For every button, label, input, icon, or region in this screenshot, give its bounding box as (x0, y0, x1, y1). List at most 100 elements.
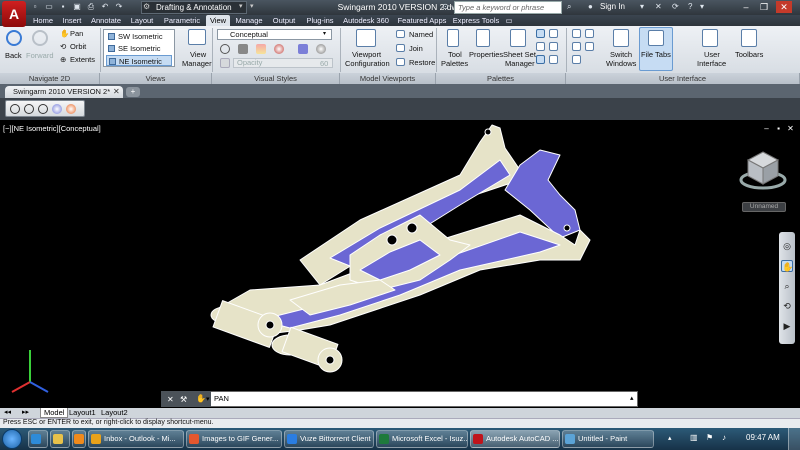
command-line[interactable] (161, 391, 638, 407)
tab-express-tools[interactable]: Express Tools (452, 15, 500, 26)
viewport-configuration-label-2[interactable]: Configuration (345, 59, 390, 68)
shadow-icon[interactable] (238, 44, 248, 54)
taskbar-item-autocad[interactable]: Autodesk AutoCAD ... (470, 430, 560, 448)
orbit-icon[interactable]: ⟲ (781, 300, 793, 312)
tab-output[interactable]: Output (268, 15, 300, 26)
saveas-icon[interactable]: ▣ (72, 2, 82, 12)
join-button[interactable]: Join (409, 44, 423, 53)
network-icon[interactable]: ▥ (690, 433, 698, 442)
taskbar-pin-media[interactable] (72, 430, 86, 448)
realistic-icon[interactable] (52, 104, 62, 114)
viewport-minimize-icon[interactable]: ‒ (762, 124, 771, 133)
wrench-icon[interactable]: ⚒ (180, 395, 187, 404)
recent-commands-icon[interactable]: ▾ (206, 395, 210, 403)
markup-icon[interactable] (536, 42, 545, 51)
sheet-set-manager-icon[interactable] (510, 29, 526, 47)
design-center-icon[interactable] (549, 29, 558, 38)
workspace-selector[interactable]: Drafting & Annotation (141, 1, 247, 14)
minimize-icon[interactable]: ‒ (738, 1, 754, 13)
tool-palettes-icon[interactable] (447, 29, 459, 47)
viewport-label[interactable]: [−][NE Isometric][Conceptual] (3, 124, 101, 133)
close-tab-icon[interactable]: ✕ (113, 87, 120, 96)
tab-model[interactable]: Model (40, 408, 69, 418)
search-icon[interactable]: ⌕ (567, 2, 571, 12)
viewport-maximize-icon[interactable]: ▪ (774, 124, 783, 133)
tab-scroll-right-icon[interactable]: ▸▸ (22, 408, 29, 416)
ui-small-icon-5[interactable] (572, 55, 581, 64)
panel-title-model-viewports[interactable]: Model Viewports (340, 73, 436, 84)
extents-button[interactable]: Extents (70, 55, 95, 64)
panel-title-palettes[interactable]: Palettes (436, 73, 566, 84)
sheet-set-label-1[interactable]: Sheet Set (503, 50, 536, 59)
user-interface-label-1[interactable]: User (704, 50, 720, 59)
properties-icon[interactable] (476, 29, 490, 47)
new-tab-button[interactable]: + (126, 87, 140, 97)
flag-icon[interactable]: ⚑ (706, 433, 713, 442)
2d-wireframe-icon[interactable] (10, 104, 20, 114)
taskbar-item-outlook[interactable]: Inbox - Outlook - Mi... (88, 430, 184, 448)
viewport-close-icon[interactable]: ✕ (786, 124, 795, 133)
tab-autodesk-360[interactable]: Autodesk 360 (340, 15, 392, 26)
tab-view[interactable]: View (206, 15, 230, 26)
zoom-icon[interactable]: ⌕ (781, 280, 793, 292)
tool-palettes-label-1[interactable]: Tool (448, 50, 462, 59)
open-icon[interactable]: ▭ (44, 2, 54, 12)
restore-icon[interactable]: ❐ (756, 1, 772, 13)
undo-icon[interactable]: ↶ (100, 2, 110, 12)
calculator-icon[interactable] (549, 42, 558, 51)
viewport-configuration-icon[interactable] (356, 29, 376, 47)
file-tabs-icon[interactable] (648, 30, 664, 46)
tab-manage[interactable]: Manage (232, 15, 266, 26)
pan-icon[interactable]: ✋ (60, 29, 69, 38)
show-desktop-button[interactable] (788, 428, 800, 450)
user-interface-icon[interactable] (702, 29, 718, 47)
properties-label[interactable]: Properties (469, 50, 503, 59)
panel-title-navigate[interactable]: Navigate 2D (0, 73, 100, 84)
application-menu-button[interactable]: A (2, 1, 26, 27)
layer-palette-icon[interactable] (536, 29, 545, 38)
tab-layout1[interactable]: Layout1 (66, 408, 99, 418)
switch-windows-icon[interactable] (613, 29, 629, 47)
close-command-line-icon[interactable]: ✕ (167, 395, 174, 404)
hidden-icon[interactable] (38, 104, 48, 114)
orbit-button[interactable]: Orbit (70, 42, 86, 51)
ui-small-icon-1[interactable] (572, 29, 581, 38)
showmotion-icon[interactable]: ▶ (781, 320, 793, 332)
orbit-icon[interactable]: ⟲ (60, 42, 66, 51)
help-icon[interactable]: ? (688, 2, 692, 11)
redo-icon[interactable]: ↷ (114, 2, 124, 12)
toolbars-label[interactable]: Toolbars (735, 50, 763, 59)
taskbar-clock[interactable]: 09:47 AM (746, 433, 780, 442)
views-list[interactable]: SW Isometric SE Isometric NE Isometric (103, 29, 175, 67)
sign-in-button[interactable]: Sign In (600, 2, 625, 11)
3d-wireframe-icon[interactable] (24, 104, 34, 114)
panel-title-user-interface[interactable]: User Interface (566, 73, 800, 84)
ui-small-icon-2[interactable] (585, 29, 594, 38)
taskbar-pin-explorer[interactable] (50, 430, 70, 448)
lighting-icon[interactable] (316, 44, 326, 54)
tray-expand-icon[interactable]: ▴ (668, 434, 672, 442)
taskbar-item-vuze[interactable]: Vuze Bittorrent Client (284, 430, 374, 448)
start-button[interactable] (2, 429, 22, 449)
taskbar-item-paint[interactable]: Untitled - Paint (562, 430, 654, 448)
back-icon[interactable] (6, 30, 22, 46)
tab-layout[interactable]: Layout (126, 15, 158, 26)
join-viewports-icon[interactable] (396, 44, 405, 52)
pan-hand-icon[interactable]: ✋ (781, 260, 793, 272)
panel-title-visual-styles[interactable]: Visual Styles (212, 73, 340, 84)
switch-windows-label-2[interactable]: Windows (606, 59, 636, 68)
back-label[interactable]: Back (5, 51, 22, 60)
ucs-menu-button[interactable]: Unnamed (742, 202, 786, 212)
view-item-sw-isometric[interactable]: SW Isometric (106, 31, 172, 42)
sheet-set-label-2[interactable]: Manager (505, 59, 535, 68)
pan-button[interactable]: Pan (70, 29, 83, 38)
view-manager-label-2[interactable]: Manager (182, 59, 212, 68)
help-menu-icon[interactable]: ▾ (700, 2, 704, 11)
view-item-ne-isometric[interactable]: NE Isometric (106, 55, 172, 66)
restore-button[interactable]: Restore (409, 58, 435, 67)
external-references-icon[interactable] (549, 55, 558, 64)
tab-featured-apps[interactable]: Featured Apps (394, 15, 450, 26)
material-icon[interactable] (274, 44, 284, 54)
extents-icon[interactable]: ⊕ (60, 55, 66, 64)
tab-insert[interactable]: Insert (58, 15, 86, 26)
